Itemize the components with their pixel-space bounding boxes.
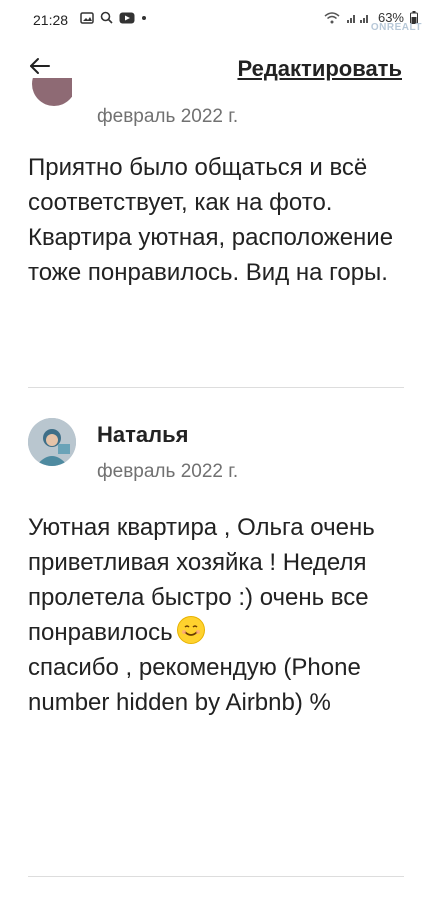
- review-text: Приятно было общаться и всё соответствуе…: [28, 154, 394, 286]
- review-date: февраль 2022 г.: [97, 461, 239, 482]
- notification-icons: [80, 11, 147, 24]
- review-date: февраль 2022 г.: [97, 106, 239, 127]
- watermark-logo: ONREALT: [370, 22, 422, 33]
- wifi-icon: [324, 11, 340, 23]
- youtube-icon: [119, 12, 135, 23]
- smile-emoji-icon: [177, 616, 206, 644]
- dot-icon: [142, 15, 146, 20]
- review-divider: [28, 876, 404, 877]
- back-button[interactable]: [26, 52, 54, 80]
- user-photo-icon: [28, 418, 76, 466]
- status-time: 21:28: [33, 12, 69, 28]
- review-text-block: Уютная квартира , Ольга очень приветлива…: [28, 510, 404, 720]
- avatar: [32, 78, 72, 106]
- search-icon: [100, 11, 113, 24]
- review-divider: [28, 387, 404, 388]
- review-text: спасибо , рекомендую (Phone number hidde…: [28, 654, 361, 716]
- edit-link[interactable]: Редактировать: [237, 56, 402, 82]
- status-bar: 21:28 63% ONREALT: [0, 0, 432, 40]
- avatar[interactable]: [28, 418, 76, 466]
- signal-icon: [346, 14, 368, 23]
- arrow-left-icon: [30, 58, 50, 74]
- gallery-icon: [80, 11, 94, 24]
- reviewer-name: Наталья: [97, 422, 189, 447]
